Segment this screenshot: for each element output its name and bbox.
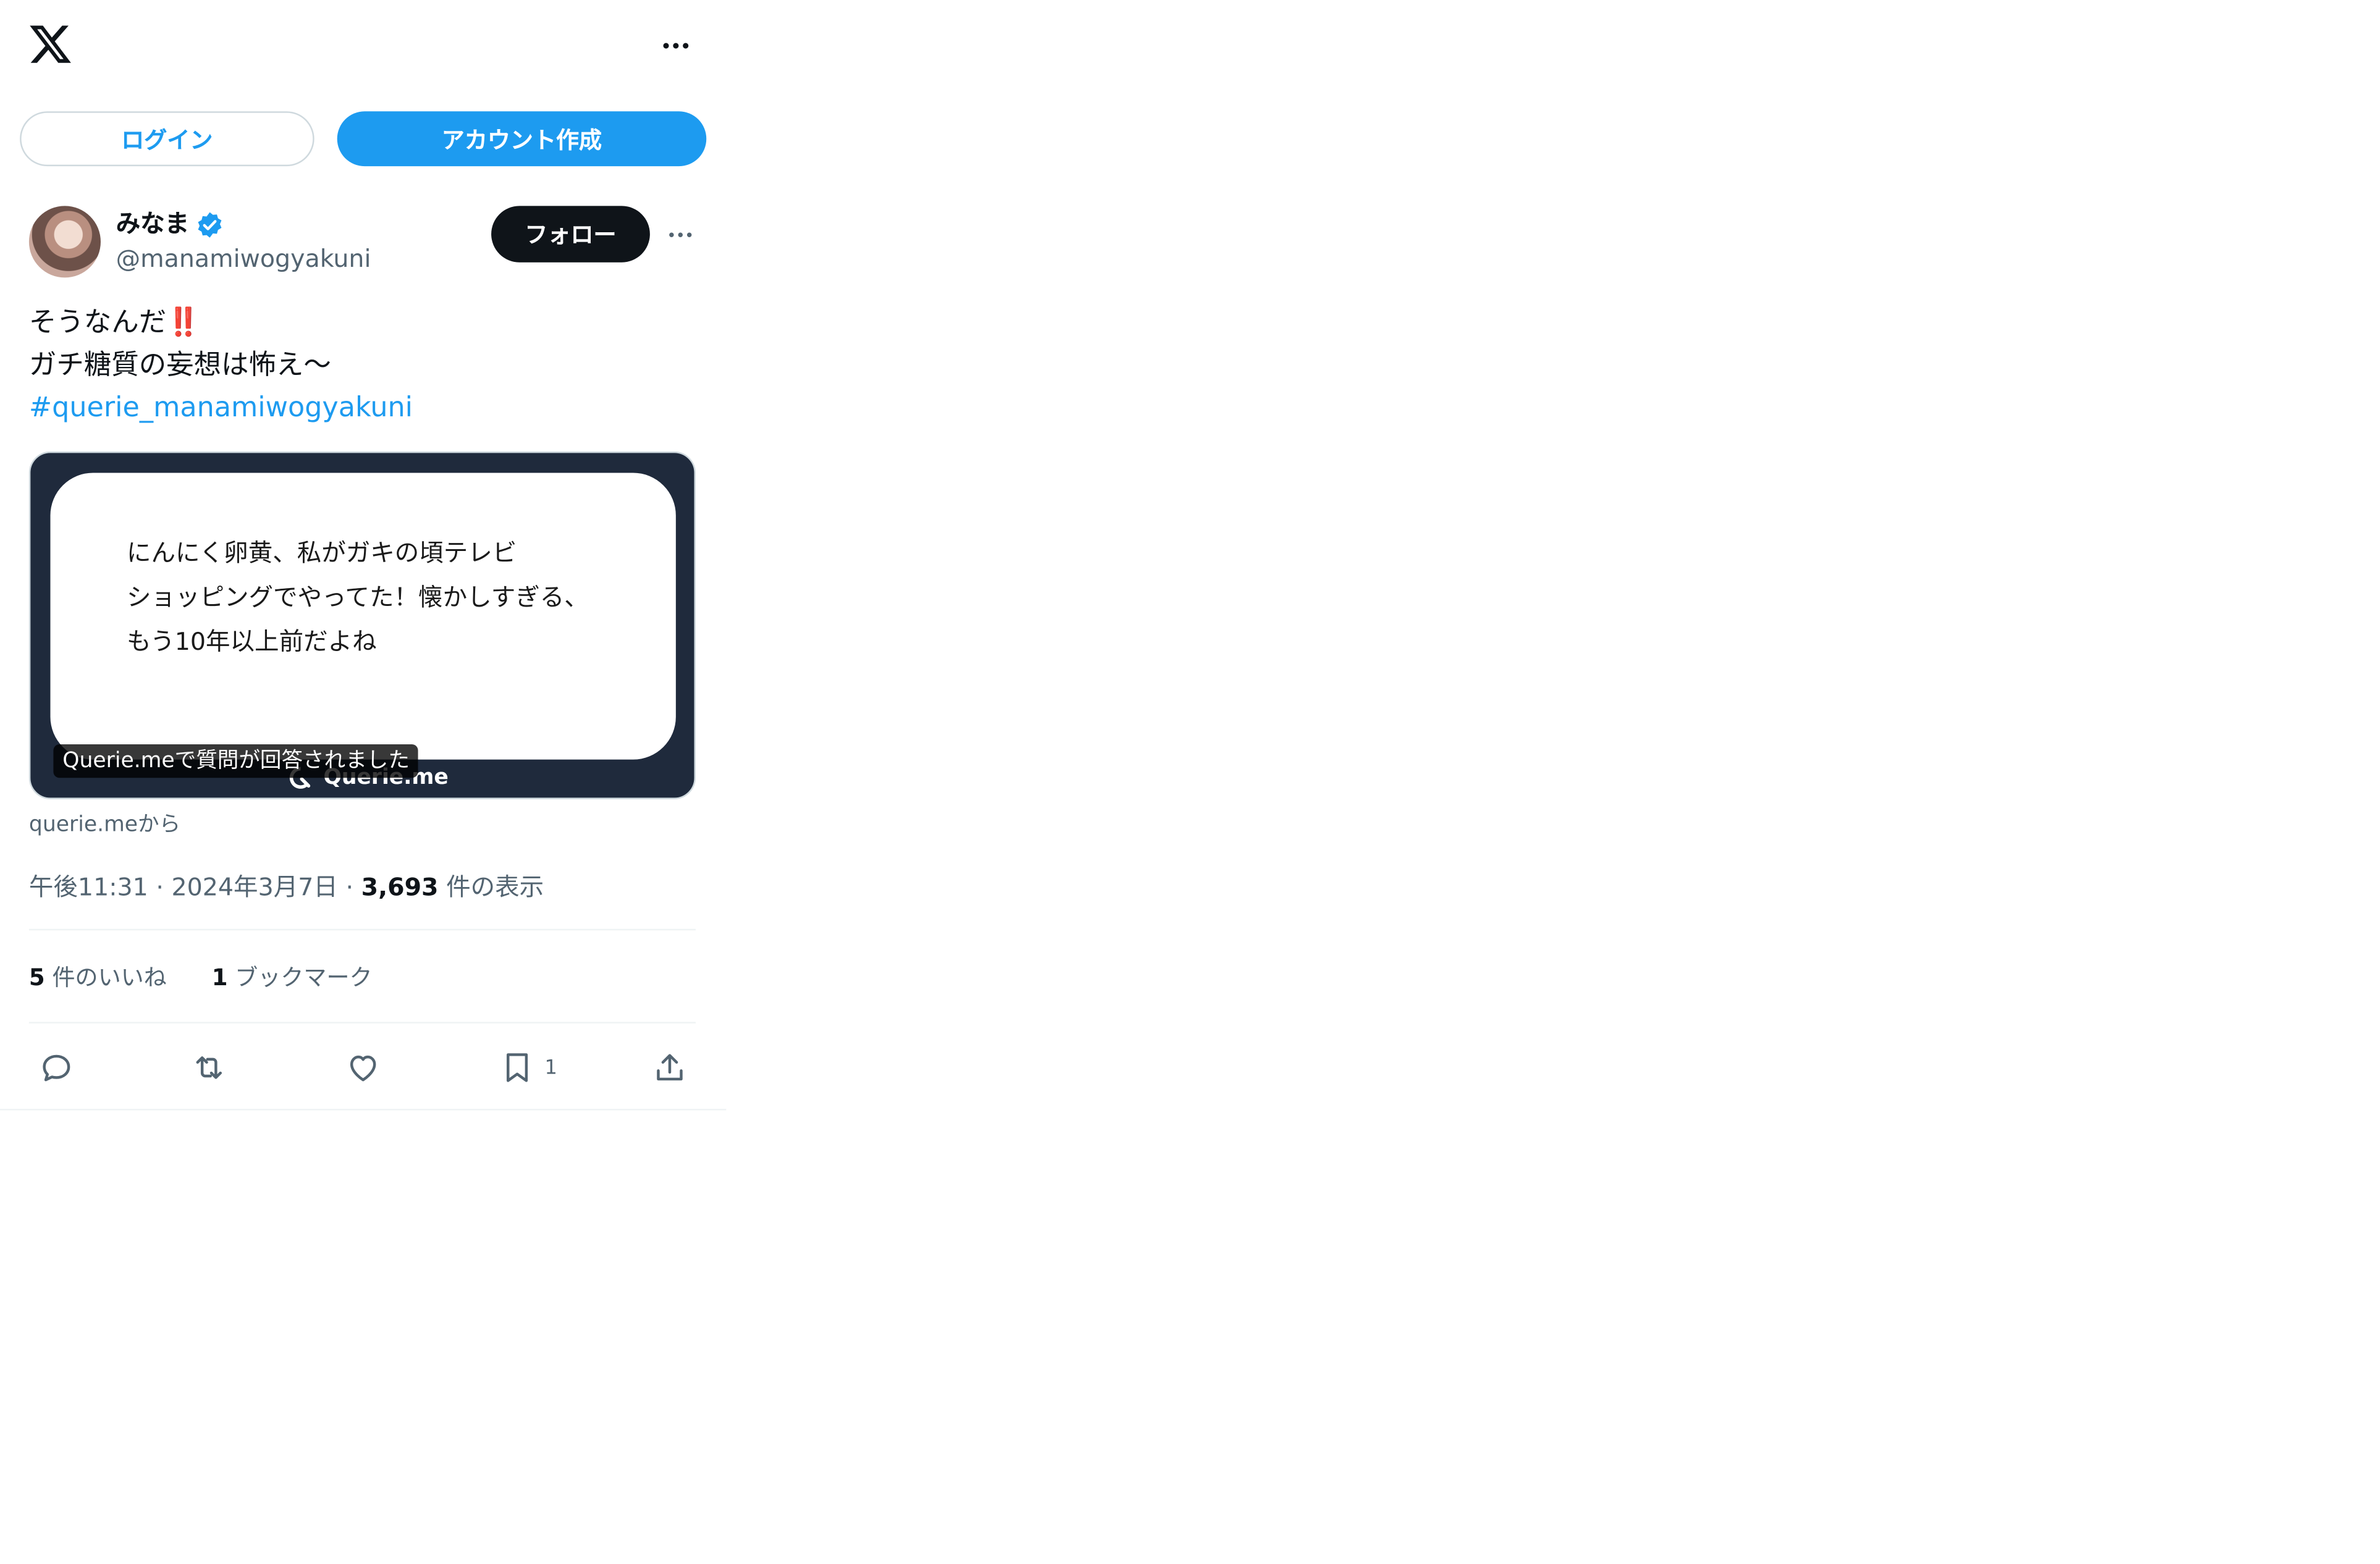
bookmarks-count: 1 — [211, 964, 228, 991]
card-question-line-3: もう10年以上前だよね — [126, 626, 377, 656]
bookmark-button[interactable]: 1 — [499, 1046, 557, 1089]
tweet-line-1-text: そうなんだ — [28, 306, 167, 339]
link-card[interactable]: にんにく卵黄、私がガキの頃テレビ ショッピングでやってた！懐かしすぎる、 もう1… — [28, 451, 696, 799]
tweet-stats: 5 件のいいね 1 ブックマーク — [29, 961, 373, 993]
hashtag-link[interactable]: #querie_manamiwogyakuni — [29, 387, 700, 430]
like-button[interactable] — [345, 1046, 381, 1089]
divider — [0, 1109, 727, 1111]
likes-label: 件のいいね — [52, 964, 167, 991]
tweet-line-2: ガチ糖質の妄想は怖え〜 — [28, 349, 331, 382]
create-account-button[interactable]: アカウント作成 — [337, 111, 707, 167]
bookmark-icon — [507, 1053, 528, 1082]
tweet-date[interactable]: 2024年3月7日 — [172, 872, 338, 901]
x-logo-icon[interactable] — [27, 22, 73, 67]
reply-icon — [43, 1054, 70, 1082]
share-button[interactable] — [651, 1046, 688, 1089]
card-question-line-2: ショッピングでやってた！懐かしすぎる、 — [126, 582, 589, 612]
views-count: 3,693 — [361, 872, 439, 902]
share-icon — [657, 1054, 683, 1081]
login-button[interactable]: ログイン — [20, 111, 314, 167]
tweet-text: そうなんだ‼️ ガチ糖質の妄想は怖え〜 #querie_manamiwogyak… — [29, 302, 700, 430]
likes-stat[interactable]: 5 件のいいね — [29, 964, 167, 991]
tweet-more-icon[interactable] — [662, 218, 699, 251]
follow-button[interactable]: フォロー — [491, 206, 650, 263]
tweet-meta: 午後11:31 · 2024年3月7日 · 3,693 件の表示 — [28, 872, 544, 902]
display-name-text: みなま — [116, 209, 190, 238]
card-source-link[interactable]: querie.meから — [29, 809, 180, 839]
author-handle[interactable]: @manamiwogyakuni — [116, 243, 371, 276]
tweet-time[interactable]: 午後11:31 — [29, 872, 148, 901]
avatar[interactable] — [28, 206, 101, 278]
card-question-text: にんにく卵黄、私がガキの頃テレビ ショッピングでやってた！懐かしすぎる、 もう1… — [127, 531, 630, 663]
card-question-line-1: にんにく卵黄、私がガキの頃テレビ — [126, 538, 517, 568]
likes-count: 5 — [28, 964, 45, 991]
divider — [28, 928, 696, 931]
bookmark-count: 1 — [544, 1056, 557, 1079]
more-horizontal-icon[interactable] — [650, 26, 702, 65]
repost-button[interactable] — [191, 1046, 227, 1089]
tweet-line-1: そうなんだ‼️ — [29, 302, 700, 345]
card-caption: Querie.meで質問が回答されました — [53, 744, 419, 778]
verified-badge-icon — [198, 211, 222, 237]
double-exclamation-emoji: ‼️ — [166, 306, 200, 339]
repost-icon — [196, 1056, 222, 1079]
bookmarks-stat[interactable]: 1 ブックマーク — [212, 964, 373, 991]
reply-button[interactable] — [38, 1046, 75, 1089]
divider — [28, 1022, 696, 1024]
views-label: 件の表示 — [446, 872, 544, 902]
heart-icon — [350, 1055, 376, 1082]
bookmarks-label: ブックマーク — [235, 964, 373, 991]
author-display-name[interactable]: みなま — [116, 208, 224, 241]
